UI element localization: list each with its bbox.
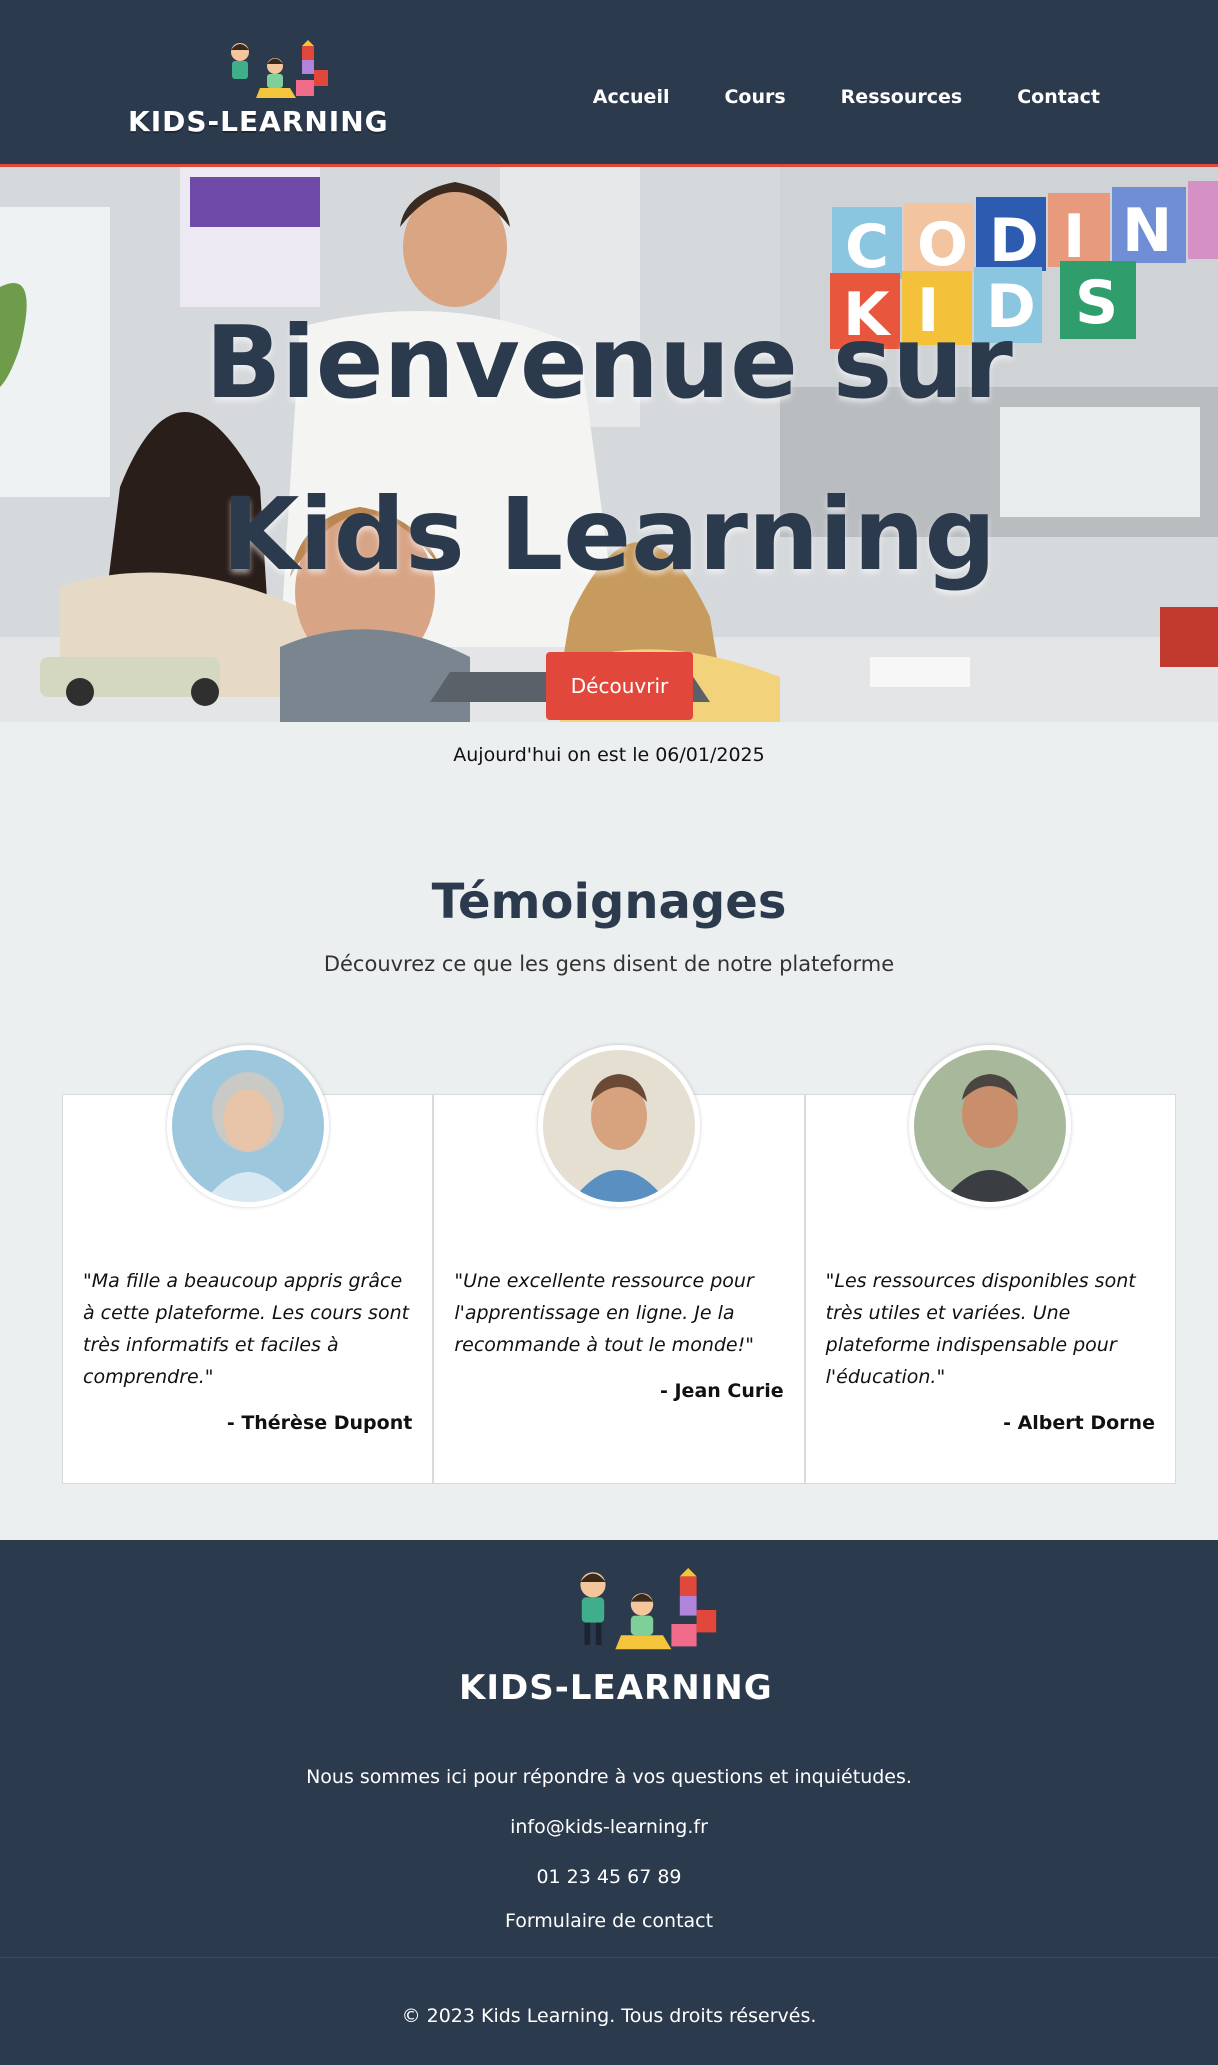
avatar bbox=[166, 1045, 329, 1207]
footer-email-link[interactable]: info@kids-learning.fr bbox=[0, 1816, 1218, 1838]
testimonial-cards: "Ma fille a beaucoup appris grâce à cett… bbox=[62, 1045, 1176, 1486]
testimonial-card: "Une excellente ressource pour l'apprent… bbox=[433, 1045, 805, 1484]
avatar bbox=[909, 1045, 1072, 1207]
nav-contact[interactable]: Contact bbox=[1017, 86, 1100, 108]
site-footer: KIDS-LEARNING Nous sommes ici pour répon… bbox=[0, 1540, 1218, 2065]
svg-text:N: N bbox=[1122, 196, 1172, 266]
testimonial-author: - Jean Curie bbox=[659, 1380, 784, 1402]
testimonial-quote: "Les ressources disponibles sont très ut… bbox=[826, 1265, 1155, 1439]
logo-text: KIDS-LEARNING bbox=[128, 105, 389, 138]
current-date-text: Aujourd'hui on est le 06/01/2025 bbox=[453, 744, 765, 766]
svg-text:O: O bbox=[917, 210, 968, 280]
quote-text: "Ma fille a beaucoup appris grâce à cett… bbox=[83, 1270, 410, 1388]
main-nav: Accueil Cours Ressources Contact bbox=[593, 86, 1100, 108]
testimonial-quote: "Une excellente ressource pour l'apprent… bbox=[454, 1265, 783, 1407]
testimonial-author: - Albert Dorne bbox=[1003, 1412, 1155, 1434]
footer-divider bbox=[0, 1957, 1218, 1958]
hero-title: Bienvenue sur Kids Learning bbox=[205, 304, 1013, 593]
nav-ressources[interactable]: Ressources bbox=[841, 86, 963, 108]
testimonial-quote: "Ma fille a beaucoup appris grâce à cett… bbox=[83, 1265, 412, 1439]
quote-text: "Les ressources disponibles sont très ut… bbox=[825, 1270, 1136, 1388]
svg-text:D: D bbox=[989, 206, 1039, 276]
site-logo[interactable]: KIDS-LEARNING bbox=[128, 40, 388, 138]
logo-kids-illustration bbox=[231, 40, 328, 98]
footer-copyright: © 2023 Kids Learning. Tous droits réserv… bbox=[401, 2005, 817, 2027]
testimonials-subtitle: Découvrez ce que les gens disent de notr… bbox=[323, 952, 895, 976]
quote-text: "Une excellente ressource pour l'apprent… bbox=[454, 1270, 754, 1356]
testimonial-card: "Les ressources disponibles sont très ut… bbox=[804, 1045, 1176, 1484]
footer-contact-form-link[interactable]: Formulaire de contact bbox=[0, 1910, 1218, 1932]
testimonials-title: Témoignages bbox=[431, 874, 787, 930]
hero-banner: C O D I N K I D S Bienvenue sur Kids Lea… bbox=[0, 167, 1218, 722]
testimonial-author: - Thérèse Dupont bbox=[226, 1412, 413, 1434]
footer-tagline: Nous sommes ici pour répondre à vos ques… bbox=[306, 1766, 912, 1788]
nav-accueil[interactable]: Accueil bbox=[593, 86, 670, 108]
discover-button[interactable]: Découvrir bbox=[546, 652, 693, 720]
site-header: KIDS-LEARNING Accueil Cours Ressources C… bbox=[0, 0, 1218, 167]
nav-cours[interactable]: Cours bbox=[724, 86, 785, 108]
testimonials-section: Témoignages Découvrez ce que les gens di… bbox=[0, 766, 1218, 1486]
logo-kids-illustration bbox=[580, 1568, 717, 1650]
footer-phone[interactable]: 01 23 45 67 89 bbox=[0, 1866, 1218, 1888]
testimonial-card: "Ma fille a beaucoup appris grâce à cett… bbox=[62, 1045, 434, 1484]
footer-logo-text: KIDS-LEARNING bbox=[459, 1668, 773, 1708]
svg-text:C: C bbox=[845, 212, 889, 282]
avatar bbox=[537, 1045, 700, 1207]
footer-logo[interactable]: KIDS-LEARNING bbox=[449, 1568, 772, 1708]
